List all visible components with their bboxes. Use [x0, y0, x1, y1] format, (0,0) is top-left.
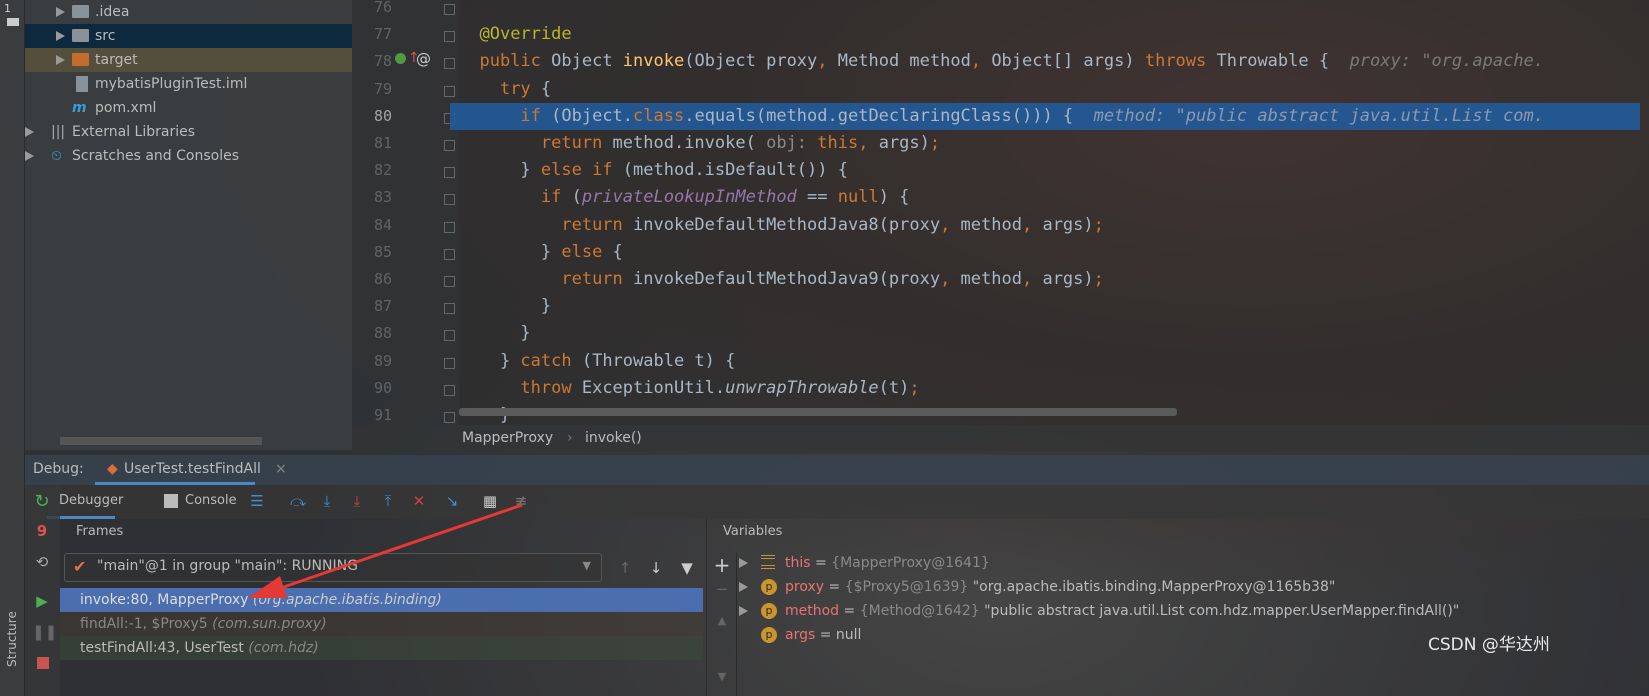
annotation-arrow — [248, 503, 523, 598]
watermark: CSDN @华达州 — [1428, 635, 1550, 655]
